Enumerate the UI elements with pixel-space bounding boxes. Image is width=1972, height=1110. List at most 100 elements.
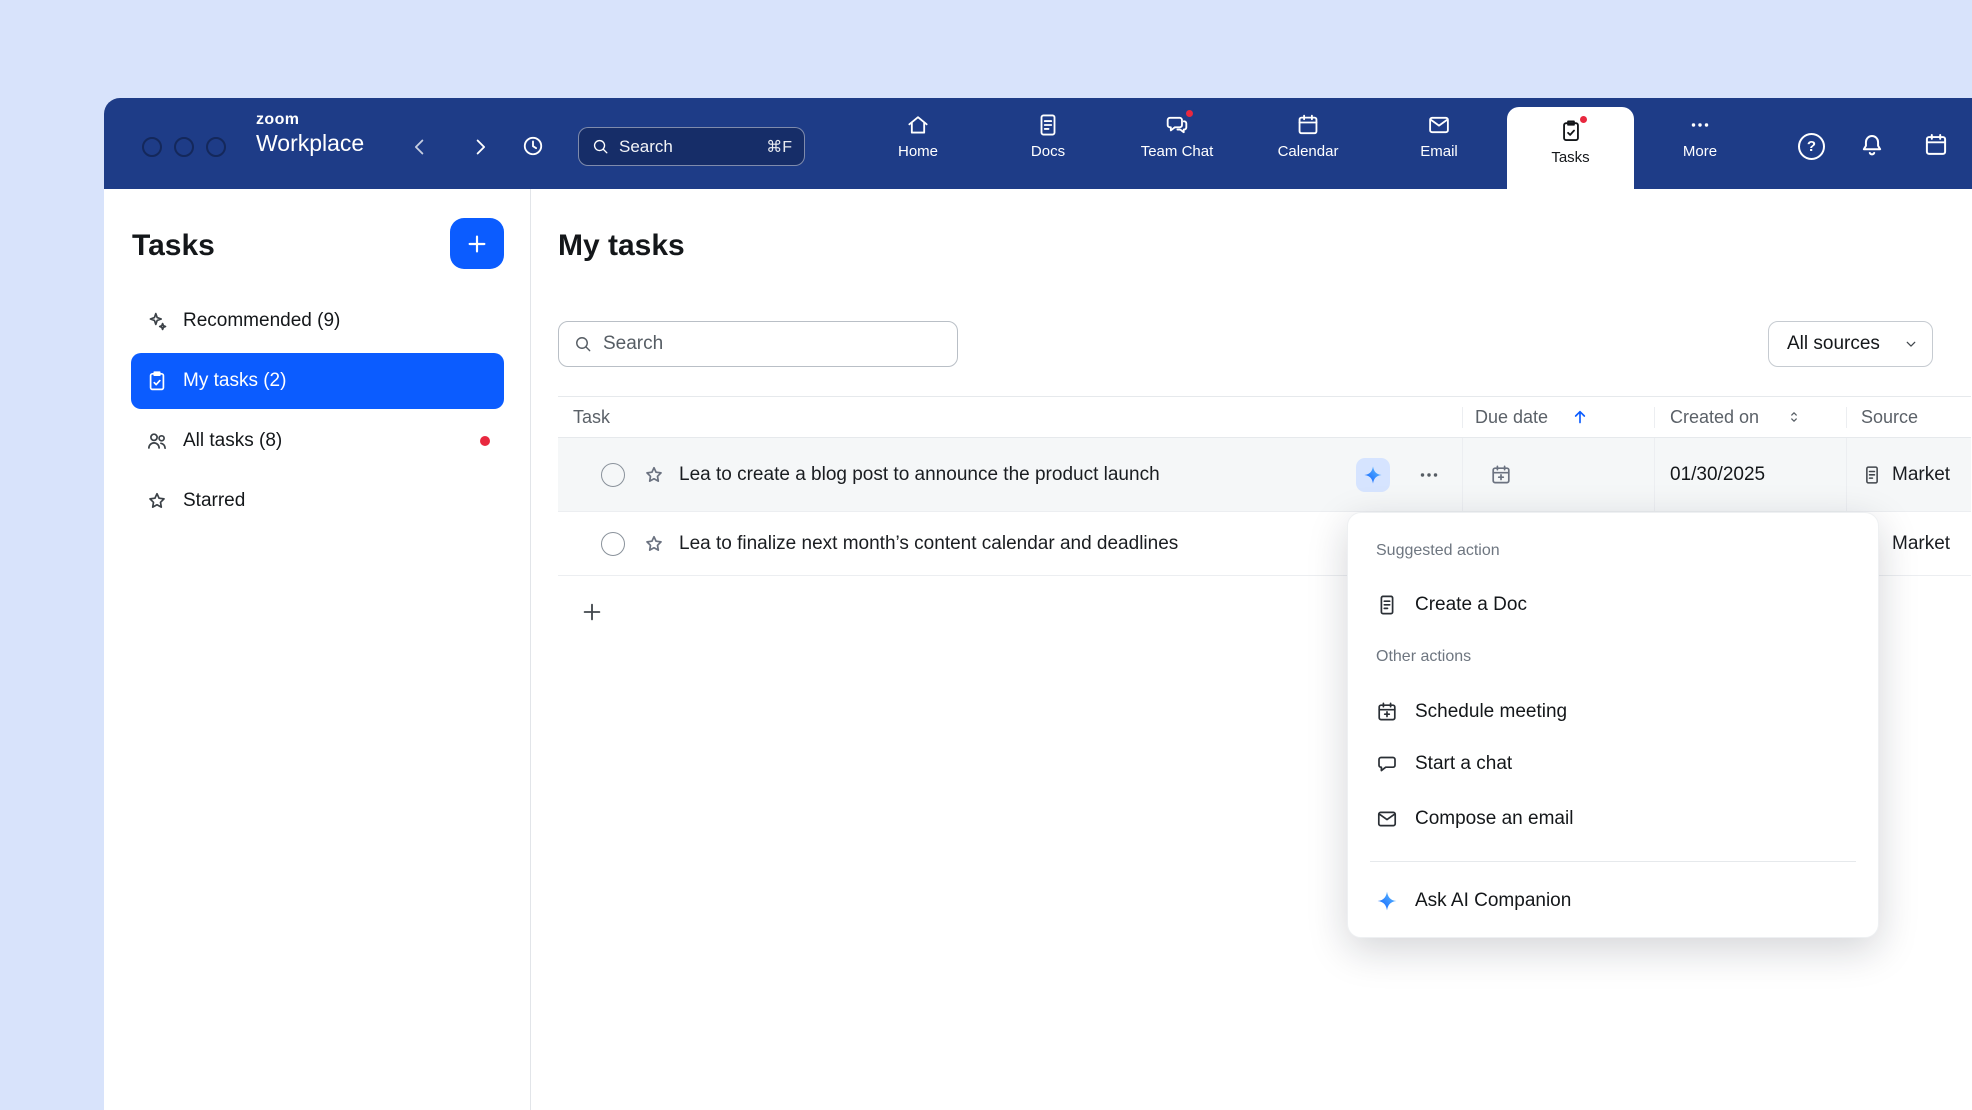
notifications-button[interactable] — [1858, 131, 1886, 159]
menu-item-label: Schedule meeting — [1415, 701, 1567, 723]
nav-item-team-chat[interactable]: Team Chat — [1122, 112, 1232, 178]
sidebar-item-label: All tasks (8) — [183, 430, 282, 452]
nav-label-team-chat: Team Chat — [1141, 143, 1214, 160]
tasks-icon — [1558, 118, 1584, 144]
sparkles-icon — [145, 309, 169, 333]
app-window: zoom Workplace ⌘F Home Docs Team Chat Ca… — [104, 98, 1972, 1110]
nav-label-email: Email — [1420, 143, 1458, 160]
nav-item-tasks-active[interactable]: Tasks — [1507, 107, 1634, 189]
sidebar-item-label: My tasks (2) — [183, 370, 286, 392]
task-search[interactable] — [558, 321, 958, 367]
sort-toggle-icon[interactable] — [1785, 408, 1803, 426]
menu-item-schedule-meeting[interactable]: Schedule meeting — [1348, 686, 1878, 738]
nav-label-calendar: Calendar — [1278, 143, 1339, 160]
calendar-icon — [1295, 112, 1321, 138]
topbar: zoom Workplace ⌘F Home Docs Team Chat Ca… — [104, 98, 1972, 189]
source-doc-icon — [1861, 464, 1883, 486]
task-complete-checkbox[interactable] — [601, 463, 625, 487]
menu-item-label: Create a Doc — [1415, 594, 1527, 616]
sources-filter-dropdown[interactable]: All sources — [1768, 321, 1933, 367]
help-icon: ? — [1807, 138, 1816, 155]
ai-actions-menu: Suggested action Create a Doc Other acti… — [1347, 512, 1879, 938]
zoom-workplace-logo: zoom Workplace — [256, 112, 364, 155]
menu-item-ask-ai-companion[interactable]: Ask AI Companion — [1348, 875, 1878, 927]
new-task-button[interactable] — [450, 218, 504, 269]
my-tasks-icon — [145, 369, 169, 393]
nav-item-docs[interactable]: Docs — [993, 112, 1103, 178]
window-controls — [142, 137, 226, 157]
add-due-date-icon[interactable] — [1489, 463, 1513, 487]
nav-item-more[interactable]: More — [1645, 112, 1755, 178]
menu-item-label: Compose an email — [1415, 808, 1573, 830]
row-more-actions-button[interactable] — [1416, 462, 1442, 488]
sources-filter-label: All sources — [1787, 333, 1880, 355]
chevron-down-icon — [1902, 335, 1920, 353]
menu-divider — [1370, 861, 1856, 862]
task-title: Lea to create a blog post to announce th… — [679, 464, 1160, 486]
column-header-created-on[interactable]: Created on — [1654, 407, 1846, 428]
sidebar-item-all-tasks[interactable]: All tasks (8) — [131, 413, 504, 469]
team-chat-icon — [1164, 112, 1190, 138]
help-button[interactable]: ? — [1798, 133, 1825, 160]
sidebar-item-label: Recommended (9) — [183, 310, 340, 332]
doc-icon — [1375, 593, 1399, 617]
home-icon — [905, 112, 931, 138]
created-on-cell: 01/30/2025 — [1654, 438, 1846, 511]
window-close-button[interactable] — [142, 137, 162, 157]
sidebar-item-my-tasks[interactable]: My tasks (2) — [131, 353, 504, 409]
task-cell: Lea to create a blog post to announce th… — [558, 438, 1462, 511]
task-complete-checkbox[interactable] — [601, 532, 625, 556]
email-icon — [1426, 112, 1452, 138]
nav-item-calendar[interactable]: Calendar — [1253, 112, 1363, 178]
schedule-button[interactable] — [1922, 131, 1950, 159]
task-title: Lea to finalize next month’s content cal… — [679, 533, 1178, 555]
task-search-input[interactable] — [603, 333, 943, 355]
history-button[interactable] — [520, 133, 546, 159]
ai-sparkle-icon — [1375, 889, 1399, 913]
envelope-icon — [1375, 807, 1399, 831]
menu-item-create-doc[interactable]: Create a Doc — [1348, 579, 1878, 631]
plus-icon — [464, 231, 490, 257]
global-search[interactable]: ⌘F — [578, 127, 805, 166]
ai-companion-button[interactable] — [1356, 458, 1390, 492]
due-date-cell — [1462, 438, 1654, 511]
back-button[interactable] — [407, 134, 433, 160]
menu-item-compose-email[interactable]: Compose an email — [1348, 793, 1878, 845]
ai-sparkle-icon — [1362, 464, 1384, 486]
forward-button[interactable] — [467, 134, 493, 160]
menu-item-start-chat[interactable]: Start a chat — [1348, 738, 1878, 790]
tasks-unread-badge — [1578, 114, 1589, 125]
docs-icon — [1035, 112, 1061, 138]
window-minimize-button[interactable] — [174, 137, 194, 157]
sidebar-nav: Recommended (9) My tasks (2) All tasks (… — [131, 293, 504, 533]
sidebar-title: Tasks — [132, 229, 215, 263]
column-header-task[interactable]: Task — [558, 407, 1462, 428]
column-header-source[interactable]: Source — [1846, 407, 1971, 428]
schedule-calendar-icon — [1922, 131, 1950, 159]
nav-label-tasks: Tasks — [1551, 149, 1589, 166]
task-cell: Lea to finalize next month’s content cal… — [558, 512, 1462, 575]
chat-bubble-icon — [1375, 752, 1399, 776]
nav-label-more: More — [1683, 143, 1717, 160]
nav-item-home[interactable]: Home — [863, 112, 973, 178]
star-icon[interactable] — [642, 463, 666, 487]
source-name: Market — [1892, 464, 1950, 486]
brand-workplace: Workplace — [256, 132, 364, 155]
all-tasks-notification-dot — [480, 436, 490, 446]
star-icon[interactable] — [642, 532, 666, 556]
tasks-sidebar: Tasks Recommended (9) My tasks (2) All t… — [104, 189, 531, 1110]
star-icon — [145, 489, 169, 513]
nav-item-email[interactable]: Email — [1384, 112, 1494, 178]
menu-section-other: Other actions — [1376, 648, 1471, 666]
global-search-input[interactable] — [610, 137, 766, 157]
people-icon — [145, 429, 169, 453]
window-zoom-button[interactable] — [206, 137, 226, 157]
nav-label-docs: Docs — [1031, 143, 1065, 160]
sidebar-item-starred[interactable]: Starred — [131, 473, 504, 529]
sort-ascending-icon[interactable] — [1570, 407, 1590, 427]
task-row[interactable]: Lea to create a blog post to announce th… — [558, 438, 1971, 512]
add-task-button[interactable] — [579, 599, 605, 625]
column-header-due-date[interactable]: Due date — [1462, 407, 1654, 428]
sidebar-item-recommended[interactable]: Recommended (9) — [131, 293, 504, 349]
sidebar-item-label: Starred — [183, 490, 245, 512]
